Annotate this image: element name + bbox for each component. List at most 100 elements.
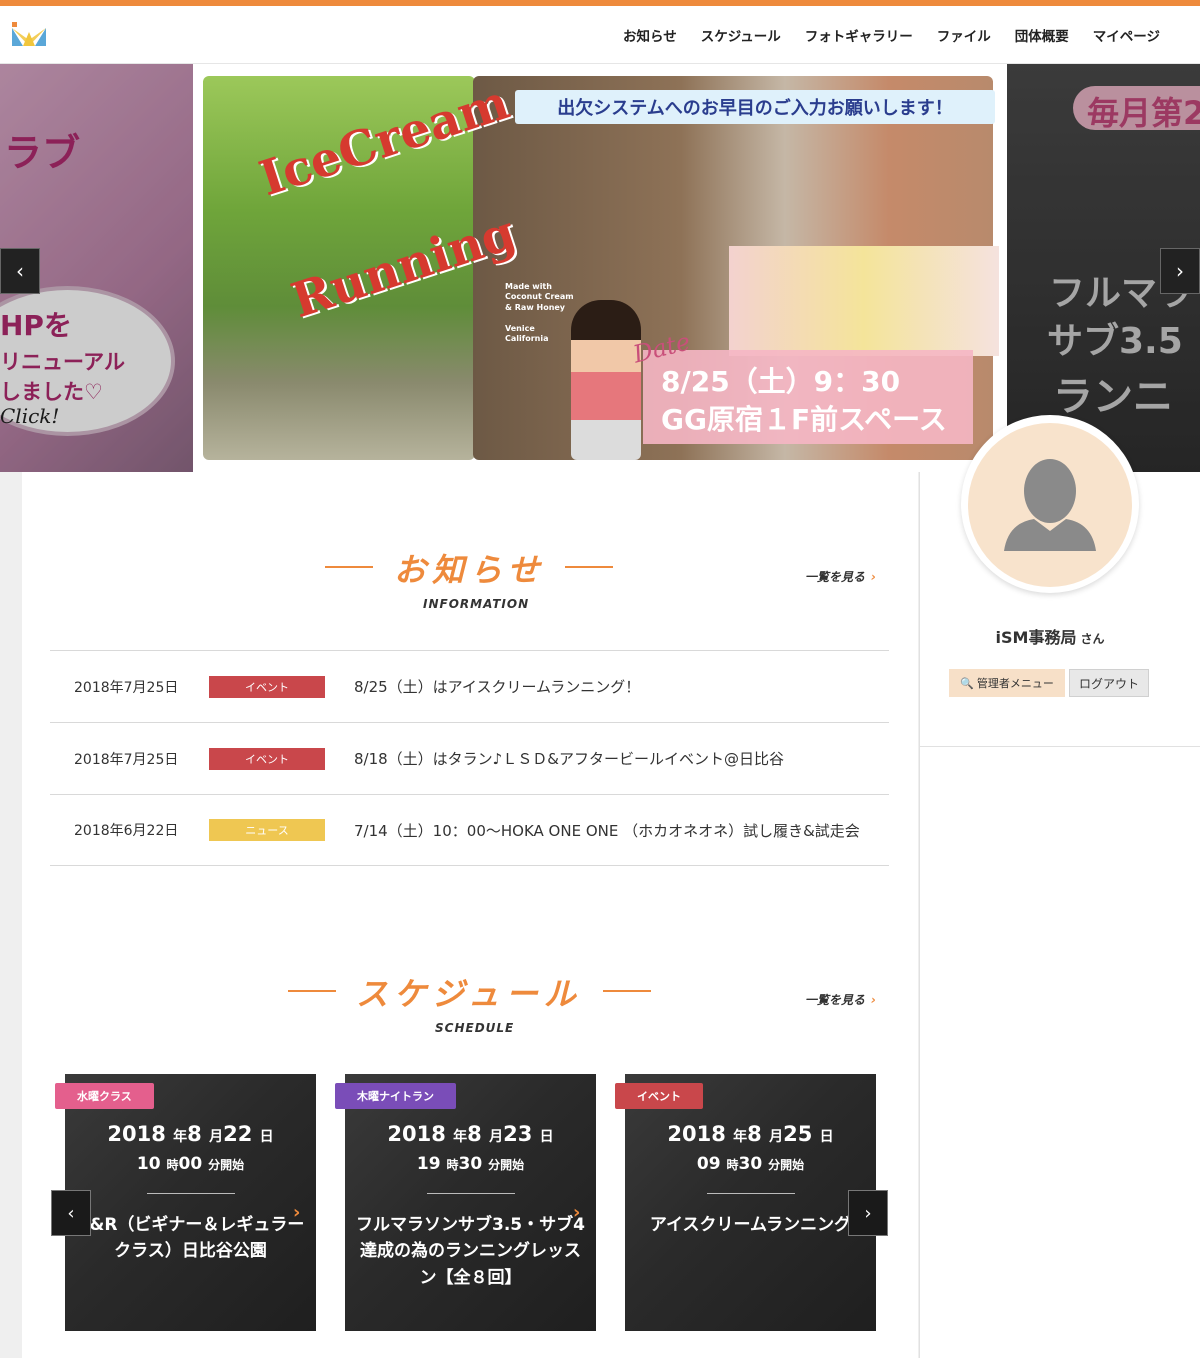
card-minute: 30: [458, 1154, 483, 1174]
nav-about[interactable]: 団体概要: [1015, 25, 1069, 45]
card-time: 10 時00 分開始: [65, 1154, 316, 1174]
nav-mypage[interactable]: マイページ: [1093, 25, 1160, 45]
card-hour: 19: [416, 1154, 441, 1174]
day-label: 日: [259, 1129, 274, 1145]
card-title: フルマラソンサブ3.5・サブ4達成の為のランニングレッスン【全８回】: [356, 1215, 585, 1288]
slide-current[interactable]: 出欠システムへのお早目のご入力お願いします！ IceCream Running …: [193, 64, 1007, 472]
key-icon: 🔍: [960, 677, 974, 690]
card-month: 8: [187, 1122, 202, 1146]
month-label: 月: [769, 1129, 784, 1145]
avatar[interactable]: [968, 423, 1132, 587]
year-label: 年: [173, 1129, 188, 1145]
card-day: 22: [223, 1122, 253, 1146]
card-month: 8: [467, 1122, 482, 1146]
card-minute: 00: [178, 1154, 203, 1174]
news-date: 2018年7月25日: [74, 751, 179, 768]
minute-label: 分開始: [488, 1158, 525, 1172]
card-time: 19 時30 分開始: [345, 1154, 596, 1174]
hour-label: 時: [166, 1158, 179, 1172]
card-date: 2018 年8 月23 日: [345, 1122, 596, 1146]
card-title: アイスクリームランニング: [649, 1215, 852, 1235]
news-row[interactable]: 2018年7月25日 イベント 8/25（土）はアイスクリームランニング！: [50, 650, 889, 722]
schedule-card[interactable]: 2018 年8 月22 日 10 時00 分開始 B&R（ビギナー＆レギュラーク…: [65, 1074, 316, 1331]
day-label: 日: [819, 1129, 834, 1145]
news-row[interactable]: 2018年6月22日 ニュース 7/14（土）10：00〜HOKA ONE ON…: [50, 794, 889, 866]
chevron-right-icon: ›: [871, 570, 876, 584]
shop-street-line: Venice California: [505, 323, 549, 343]
profile-name: iSM事務局 さん: [919, 624, 1181, 648]
chevron-right-icon: ›: [864, 1202, 872, 1224]
info-section-subtitle: INFORMATION: [423, 597, 530, 611]
schedule-view-all-link[interactable]: 一覧を見る ›: [805, 991, 876, 1008]
year-label: 年: [453, 1129, 468, 1145]
card-month: 8: [747, 1122, 762, 1146]
card-year: 2018: [387, 1122, 446, 1146]
hero-next-button[interactable]: ›: [1160, 248, 1200, 294]
news-date: 2018年7月25日: [74, 679, 179, 696]
card-hour: 10: [136, 1154, 161, 1174]
news-row[interactable]: 2018年7月25日 イベント 8/18（土）はタラン♪ＬＳＤ&アフタービールイ…: [50, 722, 889, 794]
news-category-badge: イベント: [209, 747, 325, 770]
chevron-right-icon: ›: [1176, 259, 1184, 283]
news-category-badge: ニュース: [209, 819, 325, 841]
month-label: 月: [489, 1129, 504, 1145]
chevron-left-icon: ‹: [16, 259, 24, 283]
news-title[interactable]: 7/14（土）10：00〜HOKA ONE ONE （ホカオネオネ）試し履き&試…: [354, 820, 860, 841]
nav-photo-gallery[interactable]: フォトギャラリー: [805, 25, 913, 45]
schedule-card[interactable]: 2018 年8 月25 日 09 時30 分開始 アイスクリームランニング: [625, 1074, 876, 1331]
profile-name-text: iSM事務局: [995, 628, 1077, 647]
schedule-card[interactable]: 2018 年8 月23 日 19 時30 分開始 フルマラソンサブ3.5・サブ4…: [345, 1074, 596, 1331]
hero-prev-button[interactable]: ‹: [0, 248, 40, 294]
info-view-all-label: 一覧を見る: [805, 570, 866, 584]
schedule-title-line-left: [288, 990, 336, 992]
nav-files[interactable]: ファイル: [937, 25, 991, 45]
schedule-next-button[interactable]: ›: [848, 1190, 888, 1236]
site-logo[interactable]: [12, 22, 46, 50]
admin-menu-label: 管理者メニュー: [976, 678, 1054, 690]
minute-label: 分開始: [768, 1158, 805, 1172]
news-date: 2018年6月22日: [74, 823, 179, 839]
main-nav: お知らせ スケジュール フォトギャラリー ファイル 団体概要 マイページ: [599, 6, 1160, 64]
news-list: 2018年7月25日 イベント 8/25（土）はアイスクリームランニング！ 20…: [50, 650, 889, 866]
profile-honorific: さん: [1080, 632, 1105, 646]
nav-schedule[interactable]: スケジュール: [701, 25, 781, 45]
card-date: 2018 年8 月22 日: [65, 1122, 316, 1146]
admin-menu-button[interactable]: 🔍 管理者メニュー: [949, 669, 1065, 697]
card-day: 23: [503, 1122, 533, 1146]
event-place-text: GG原宿１F前スペース: [661, 403, 947, 436]
card-hour: 09: [696, 1154, 721, 1174]
year-label: 年: [733, 1129, 748, 1145]
card-day: 25: [783, 1122, 813, 1146]
hour-label: 時: [726, 1158, 739, 1172]
runner-photo: [571, 300, 641, 460]
card-title: B&R（ビギナー＆レギュラークラス）日比谷公園: [76, 1215, 305, 1262]
card-divider: [427, 1193, 515, 1194]
hero-slider: ラブ HPを リニューアル しました♡ Click! 出欠システムへのお早目のご…: [0, 64, 1200, 472]
schedule-view-all-label: 一覧を見る: [805, 993, 866, 1007]
card-tag-event: イベント: [615, 1083, 703, 1109]
event-date-text: 8/25（土）9：30: [661, 365, 901, 398]
info-view-all-link[interactable]: 一覧を見る ›: [805, 568, 876, 585]
news-title[interactable]: 8/25（土）はアイスクリームランニング！: [354, 676, 640, 697]
day-label: 日: [539, 1129, 554, 1145]
info-title-line-right: [565, 566, 613, 568]
card-year: 2018: [667, 1122, 726, 1146]
month-label: 月: [209, 1129, 224, 1145]
card-divider: [707, 1193, 795, 1194]
hour-label: 時: [446, 1158, 459, 1172]
nav-information[interactable]: お知らせ: [623, 25, 677, 45]
info-title-line-left: [325, 566, 373, 568]
schedule-section-title: スケジュール: [356, 975, 582, 1013]
card-time: 09 時30 分開始: [625, 1154, 876, 1174]
shop-sign-text: Made with Coconut Cream & Raw Honey Veni…: [505, 282, 579, 344]
user-silhouette-icon: [1004, 459, 1096, 551]
card-divider: [147, 1193, 235, 1194]
news-category-badge: イベント: [209, 675, 325, 698]
news-title[interactable]: 8/18（土）はタラン♪ＬＳＤ&アフタービールイベント@日比谷: [354, 748, 784, 769]
card-date: 2018 年8 月25 日: [625, 1122, 876, 1146]
card-year: 2018: [107, 1122, 166, 1146]
card-minute: 30: [738, 1154, 763, 1174]
info-section-title: お知らせ: [394, 551, 546, 589]
logout-button[interactable]: ログアウト: [1069, 669, 1149, 697]
schedule-prev-button[interactable]: ‹: [51, 1190, 91, 1236]
